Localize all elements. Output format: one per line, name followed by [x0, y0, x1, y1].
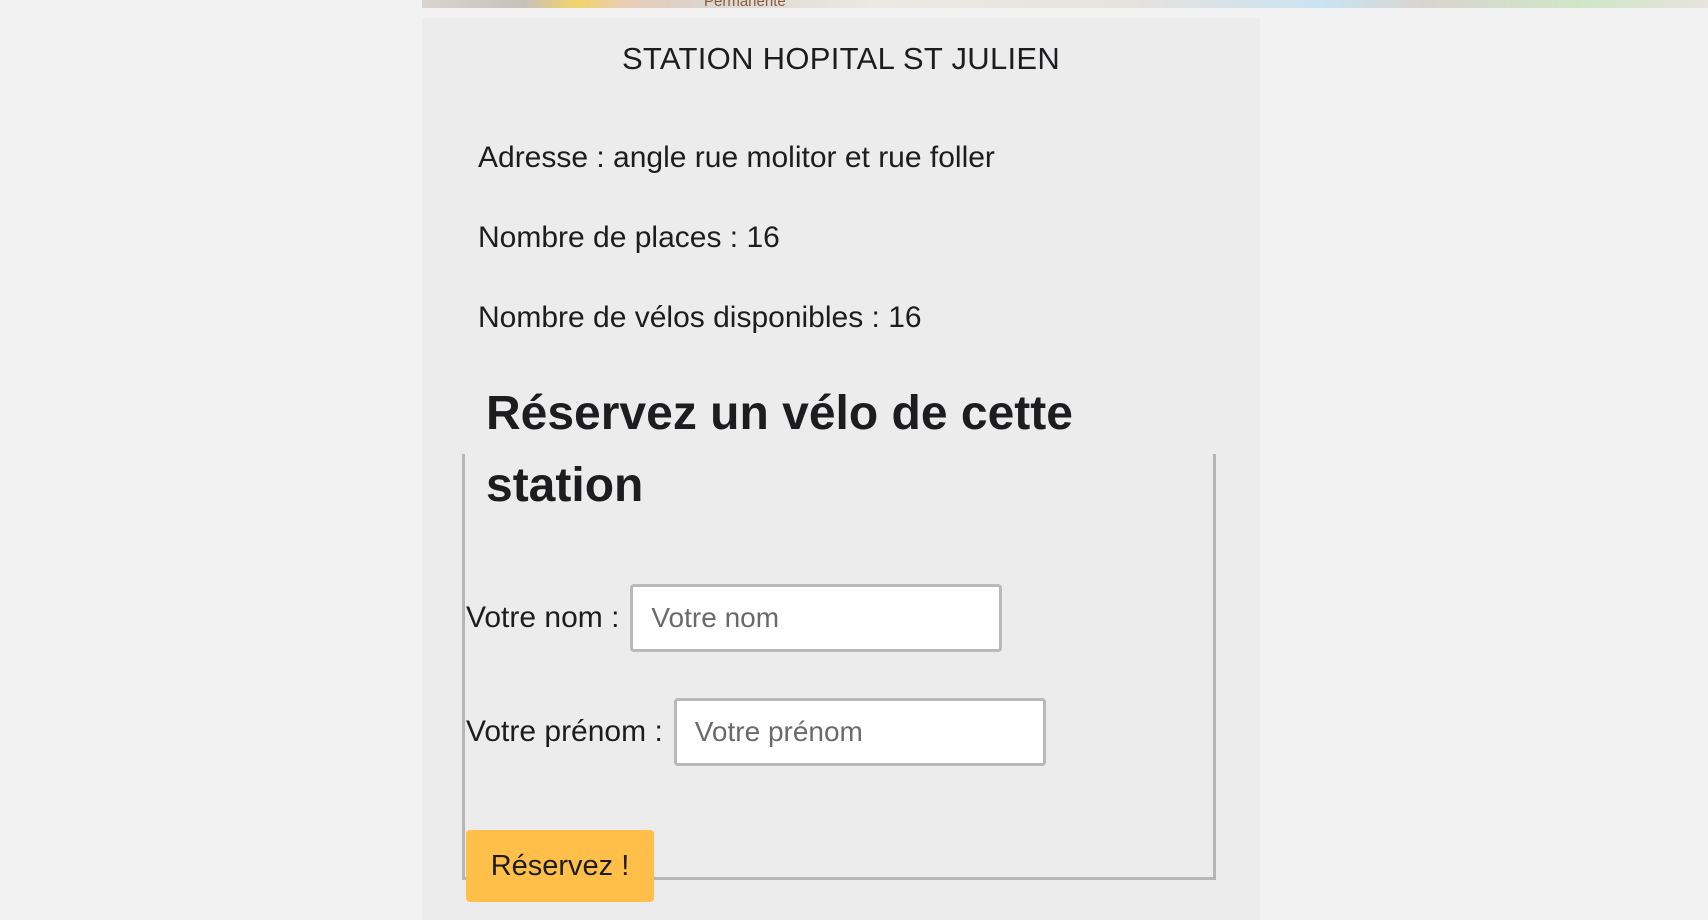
- map-place-label: Permanente: [704, 0, 786, 8]
- nom-label: Votre nom :: [466, 601, 620, 634]
- prenom-label: Votre prénom :: [466, 715, 663, 748]
- reserve-button[interactable]: Réservez !: [466, 830, 654, 902]
- nom-input[interactable]: [630, 584, 1003, 652]
- nom-field-row: Votre nom :: [466, 584, 1003, 652]
- prenom-input[interactable]: [673, 698, 1046, 766]
- station-bikes-available: Nombre de vélos disponibles : 16: [478, 301, 922, 334]
- map-strip[interactable]: Permanente: [422, 0, 1708, 8]
- station-places-count: Nombre de places : 16: [478, 221, 780, 254]
- station-address: Adresse : angle rue molitor et rue folle…: [478, 141, 995, 174]
- reservation-heading: Réservez un vélo de cette station: [486, 378, 1146, 522]
- station-title: STATION HOPITAL ST JULIEN: [621, 41, 1061, 76]
- prenom-field-row: Votre prénom :: [466, 698, 1046, 766]
- station-panel: STATION HOPITAL ST JULIEN Adresse : angl…: [422, 18, 1260, 920]
